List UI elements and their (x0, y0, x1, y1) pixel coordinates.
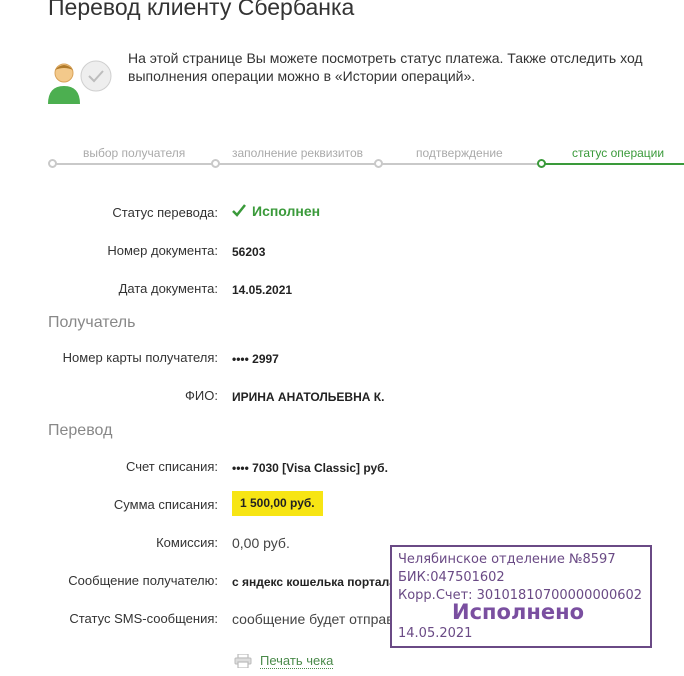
info-text: На этой странице Вы можете посмотреть ст… (128, 50, 643, 84)
step-label: подтверждение (416, 146, 503, 160)
step-dot (211, 159, 220, 168)
progress-steps: выбор получателя заполнение реквизитов п… (48, 140, 684, 170)
account-value: •••• 7030 [Visa Classic] руб. (232, 461, 388, 475)
card-label: Номер карты получателя: (62, 350, 218, 365)
bank-stamp: Челябинское отделение №8597 БИК:04750160… (390, 545, 652, 648)
stamp-executed: Исполнено (452, 600, 585, 624)
user-receipt-icon (48, 60, 112, 104)
print-receipt-button[interactable]: Печать чека (234, 653, 334, 669)
sms-status-label: Статус SMS-сообщения: (69, 611, 218, 626)
recipient-section-title: Получатель (48, 314, 136, 331)
step-label: выбор получателя (83, 146, 186, 160)
progress-track-active (542, 163, 684, 165)
step-dot-active (537, 159, 546, 168)
stamp-line: Челябинское отделение №8597 (398, 552, 616, 567)
step-label: заполнение реквизитов (232, 146, 364, 160)
doc-date-label: Дата документа: (118, 281, 218, 296)
check-icon (232, 204, 246, 217)
step-label-active: статус операции (572, 146, 665, 160)
progress-track (52, 163, 546, 165)
card-value: •••• 2997 (232, 352, 279, 366)
stamp-date: 14.05.2021 (398, 626, 473, 641)
name-label: ФИО: (185, 388, 218, 403)
step-dot (374, 159, 383, 168)
printer-icon (234, 654, 252, 668)
stamp-line: БИК:047501602 (398, 570, 505, 585)
page-title: Перевод клиенту Сбербанка (48, 0, 355, 20)
fee-label: Комиссия: (156, 535, 218, 550)
message-label: Сообщение получателю: (68, 573, 218, 588)
step-dot (48, 159, 57, 168)
doc-number-label: Номер документа: (107, 243, 218, 258)
doc-number-value: 56203 (232, 245, 266, 259)
status-value: Исполнен (232, 203, 320, 219)
amount-label: Сумма списания: (113, 497, 218, 512)
doc-date-value: 14.05.2021 (232, 283, 293, 297)
account-label: Счет списания: (125, 459, 218, 474)
amount-value: 1 500,00 руб. (232, 491, 323, 516)
name-value: ИРИНА АНАТОЛЬЕВНА К. (232, 390, 385, 404)
status-text: Исполнен (252, 203, 321, 219)
status-label: Статус перевода: (112, 205, 218, 220)
message-value: с яндекс кошелька портала (232, 575, 396, 589)
print-receipt-label: Печать чека (260, 653, 334, 669)
fee-value: 0,00 руб. (232, 535, 290, 551)
transfer-section-title: Перевод (48, 422, 113, 439)
